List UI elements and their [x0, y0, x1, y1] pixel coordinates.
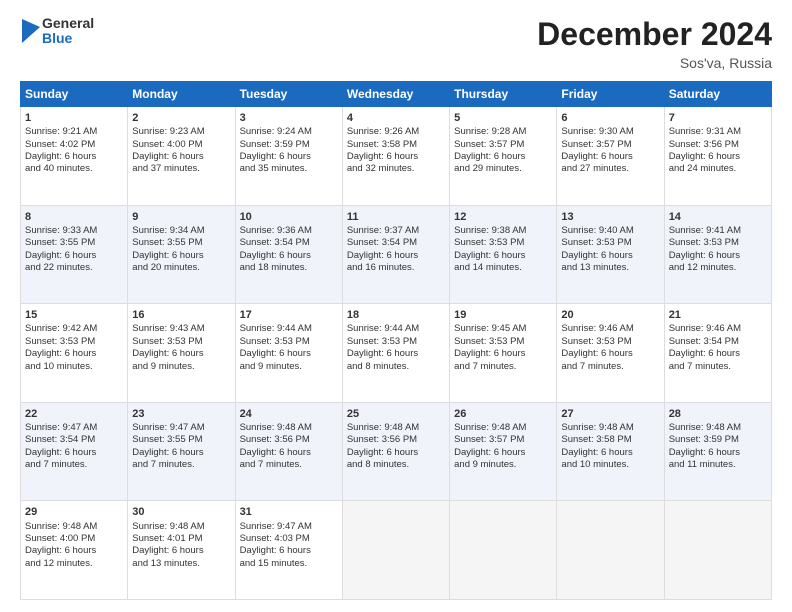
calendar-cell: 29Sunrise: 9:48 AMSunset: 4:00 PMDayligh… [21, 501, 128, 600]
calendar-week-5: 29Sunrise: 9:48 AMSunset: 4:00 PMDayligh… [21, 501, 772, 600]
logo-general: General [42, 16, 94, 31]
day-number: 1 [25, 111, 123, 125]
calendar-cell: 4Sunrise: 9:26 AMSunset: 3:58 PMDaylight… [342, 107, 449, 206]
calendar-cell: 20Sunrise: 9:46 AMSunset: 3:53 PMDayligh… [557, 304, 664, 403]
day-number: 2 [132, 111, 230, 125]
calendar-cell: 21Sunrise: 9:46 AMSunset: 3:54 PMDayligh… [664, 304, 771, 403]
day-number: 28 [669, 407, 767, 421]
col-monday: Monday [128, 82, 235, 107]
calendar-cell: 2Sunrise: 9:23 AMSunset: 4:00 PMDaylight… [128, 107, 235, 206]
calendar-cell [557, 501, 664, 600]
calendar-cell: 16Sunrise: 9:43 AMSunset: 3:53 PMDayligh… [128, 304, 235, 403]
calendar-week-1: 1Sunrise: 9:21 AMSunset: 4:02 PMDaylight… [21, 107, 772, 206]
col-thursday: Thursday [450, 82, 557, 107]
calendar-cell: 13Sunrise: 9:40 AMSunset: 3:53 PMDayligh… [557, 205, 664, 304]
day-number: 12 [454, 210, 552, 224]
calendar-cell: 15Sunrise: 9:42 AMSunset: 3:53 PMDayligh… [21, 304, 128, 403]
day-number: 7 [669, 111, 767, 125]
day-number: 29 [25, 505, 123, 519]
day-number: 16 [132, 308, 230, 322]
col-friday: Friday [557, 82, 664, 107]
logo-icon [22, 19, 40, 43]
calendar-cell [342, 501, 449, 600]
day-number: 15 [25, 308, 123, 322]
day-number: 23 [132, 407, 230, 421]
calendar-table: Sunday Monday Tuesday Wednesday Thursday… [20, 81, 772, 600]
day-number: 26 [454, 407, 552, 421]
day-number: 27 [561, 407, 659, 421]
day-number: 18 [347, 308, 445, 322]
day-number: 21 [669, 308, 767, 322]
calendar-cell: 23Sunrise: 9:47 AMSunset: 3:55 PMDayligh… [128, 402, 235, 501]
logo-text: General Blue [42, 16, 94, 47]
calendar-cell: 14Sunrise: 9:41 AMSunset: 3:53 PMDayligh… [664, 205, 771, 304]
month-title: December 2024 [537, 16, 772, 53]
calendar-cell: 7Sunrise: 9:31 AMSunset: 3:56 PMDaylight… [664, 107, 771, 206]
day-number: 3 [240, 111, 338, 125]
day-number: 8 [25, 210, 123, 224]
day-number: 22 [25, 407, 123, 421]
calendar-cell: 18Sunrise: 9:44 AMSunset: 3:53 PMDayligh… [342, 304, 449, 403]
location: Sos'va, Russia [537, 55, 772, 71]
calendar-cell: 12Sunrise: 9:38 AMSunset: 3:53 PMDayligh… [450, 205, 557, 304]
calendar-cell: 11Sunrise: 9:37 AMSunset: 3:54 PMDayligh… [342, 205, 449, 304]
calendar-cell: 17Sunrise: 9:44 AMSunset: 3:53 PMDayligh… [235, 304, 342, 403]
day-number: 30 [132, 505, 230, 519]
calendar-cell: 10Sunrise: 9:36 AMSunset: 3:54 PMDayligh… [235, 205, 342, 304]
calendar-cell: 1Sunrise: 9:21 AMSunset: 4:02 PMDaylight… [21, 107, 128, 206]
calendar-cell: 24Sunrise: 9:48 AMSunset: 3:56 PMDayligh… [235, 402, 342, 501]
calendar-cell: 26Sunrise: 9:48 AMSunset: 3:57 PMDayligh… [450, 402, 557, 501]
col-sunday: Sunday [21, 82, 128, 107]
day-number: 25 [347, 407, 445, 421]
calendar-header-row: Sunday Monday Tuesday Wednesday Thursday… [21, 82, 772, 107]
title-block: December 2024 Sos'va, Russia [537, 16, 772, 71]
page: General Blue December 2024 Sos'va, Russi… [0, 0, 792, 612]
calendar-week-3: 15Sunrise: 9:42 AMSunset: 3:53 PMDayligh… [21, 304, 772, 403]
calendar-cell: 6Sunrise: 9:30 AMSunset: 3:57 PMDaylight… [557, 107, 664, 206]
calendar-cell: 22Sunrise: 9:47 AMSunset: 3:54 PMDayligh… [21, 402, 128, 501]
calendar-cell: 27Sunrise: 9:48 AMSunset: 3:58 PMDayligh… [557, 402, 664, 501]
col-tuesday: Tuesday [235, 82, 342, 107]
calendar-cell: 25Sunrise: 9:48 AMSunset: 3:56 PMDayligh… [342, 402, 449, 501]
day-number: 19 [454, 308, 552, 322]
calendar-cell: 30Sunrise: 9:48 AMSunset: 4:01 PMDayligh… [128, 501, 235, 600]
col-wednesday: Wednesday [342, 82, 449, 107]
logo: General Blue [20, 16, 94, 47]
day-number: 6 [561, 111, 659, 125]
calendar-cell: 9Sunrise: 9:34 AMSunset: 3:55 PMDaylight… [128, 205, 235, 304]
logo-blue: Blue [42, 31, 94, 46]
header: General Blue December 2024 Sos'va, Russi… [20, 16, 772, 71]
calendar-cell: 5Sunrise: 9:28 AMSunset: 3:57 PMDaylight… [450, 107, 557, 206]
calendar-week-4: 22Sunrise: 9:47 AMSunset: 3:54 PMDayligh… [21, 402, 772, 501]
calendar-cell: 19Sunrise: 9:45 AMSunset: 3:53 PMDayligh… [450, 304, 557, 403]
day-number: 5 [454, 111, 552, 125]
day-number: 11 [347, 210, 445, 224]
calendar-week-2: 8Sunrise: 9:33 AMSunset: 3:55 PMDaylight… [21, 205, 772, 304]
col-saturday: Saturday [664, 82, 771, 107]
calendar-cell: 31Sunrise: 9:47 AMSunset: 4:03 PMDayligh… [235, 501, 342, 600]
day-number: 13 [561, 210, 659, 224]
day-number: 31 [240, 505, 338, 519]
day-number: 4 [347, 111, 445, 125]
calendar-cell [664, 501, 771, 600]
day-number: 20 [561, 308, 659, 322]
day-number: 24 [240, 407, 338, 421]
calendar-cell: 8Sunrise: 9:33 AMSunset: 3:55 PMDaylight… [21, 205, 128, 304]
calendar-cell [450, 501, 557, 600]
day-number: 9 [132, 210, 230, 224]
day-number: 17 [240, 308, 338, 322]
calendar-cell: 28Sunrise: 9:48 AMSunset: 3:59 PMDayligh… [664, 402, 771, 501]
calendar-cell: 3Sunrise: 9:24 AMSunset: 3:59 PMDaylight… [235, 107, 342, 206]
day-number: 10 [240, 210, 338, 224]
day-number: 14 [669, 210, 767, 224]
